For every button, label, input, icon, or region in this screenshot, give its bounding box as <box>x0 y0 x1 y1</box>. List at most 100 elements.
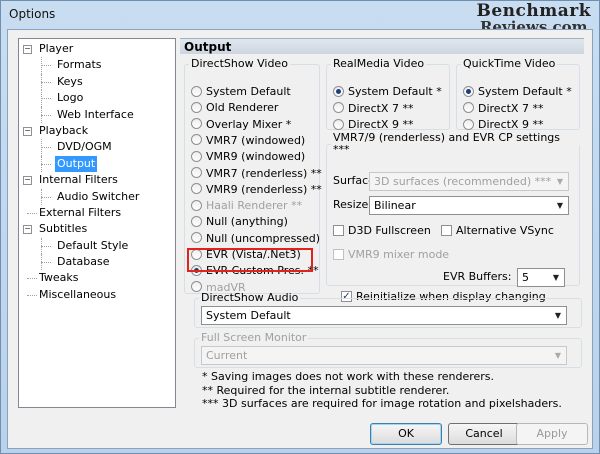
dsv-radio[interactable]: Old Renderer <box>191 100 278 116</box>
vmr-settings-legend: VMR7/9 (renderless) and EVR CP settings … <box>333 131 560 156</box>
apply-button[interactable]: Apply <box>516 423 588 445</box>
chevron-down-icon: ▼ <box>554 311 562 320</box>
audio-renderer-select[interactable]: System Default ▼ <box>201 306 567 325</box>
collapse-icon[interactable]: − <box>23 45 32 54</box>
options-window: Options Benchmark Reviews.com − Player For… <box>0 0 600 454</box>
alternative-vsync-checkbox[interactable]: Alternative VSync <box>441 224 554 238</box>
tree-item[interactable]: Database <box>19 254 175 271</box>
quicktime-radio[interactable]: System Default * <box>463 84 572 100</box>
dsv-radio-label: Overlay Mixer * <box>206 117 292 131</box>
tree-item[interactable]: Web Interface <box>19 106 175 123</box>
collapse-icon[interactable]: − <box>23 225 32 235</box>
tree-item[interactable]: − Player <box>19 41 175 57</box>
surface-value: 3D surfaces (recommended) *** <box>374 175 552 188</box>
dsv-radio[interactable]: VMR7 (windowed) <box>191 133 305 149</box>
chevron-down-icon: ▼ <box>556 201 564 210</box>
dsv-radio[interactable]: VMR7 (renderless) ** <box>191 166 322 182</box>
quicktime-radio-label: DirectX 7 ** <box>478 101 544 115</box>
surface-select[interactable]: 3D surfaces (recommended) *** ▼ <box>369 172 569 191</box>
vmr9-mixer-mode-checkbox[interactable]: VMR9 mixer mode <box>333 248 449 262</box>
title-bar[interactable]: Options Benchmark Reviews.com <box>1 1 599 36</box>
radio-button <box>191 134 202 146</box>
fullscreen-monitor-legend: Full Screen Monitor <box>201 331 307 344</box>
highlight-box <box>187 248 313 272</box>
monitor-value: Current <box>206 349 248 362</box>
d3d-fullscreen-checkbox[interactable]: D3D Fullscreen <box>333 224 431 238</box>
tree-item-label: External Filters <box>39 205 122 219</box>
radio-button <box>191 183 202 195</box>
tree-connector <box>41 196 51 198</box>
collapse-icon[interactable]: − <box>23 176 32 186</box>
tree-item[interactable]: Logo <box>19 90 175 107</box>
dsv-radio[interactable]: VMR9 (renderless) ** <box>191 182 322 198</box>
tree-item[interactable]: Tweaks <box>19 270 175 286</box>
radio-button <box>191 85 202 97</box>
checkbox-box <box>333 224 344 236</box>
tree-item-label: Subtitles <box>39 222 88 236</box>
dsv-radio-label: Haali Renderer ** <box>206 199 303 213</box>
resizer-value: Bilinear <box>374 199 416 212</box>
tree-item[interactable]: DVD/OGM <box>19 139 175 156</box>
tree-item[interactable]: Miscellaneous <box>19 287 175 303</box>
tree-item[interactable]: Keys <box>19 73 175 91</box>
tree-item[interactable]: Output <box>19 155 175 173</box>
tree-item[interactable]: Formats <box>19 57 175 74</box>
radio-button <box>333 85 344 97</box>
radio-button <box>333 102 344 113</box>
realmedia-radio-label: System Default * <box>348 85 442 98</box>
collapse-icon[interactable]: − <box>23 126 32 136</box>
dsv-radio-label: Null (anything) <box>206 215 288 229</box>
tree-connector <box>41 98 51 100</box>
tree-connector <box>41 245 51 247</box>
tree-connector <box>41 114 51 116</box>
cancel-button[interactable]: Cancel <box>448 423 520 445</box>
tree-connector <box>41 65 51 67</box>
watermark-line1: Benchmark <box>476 1 591 21</box>
dsv-radio[interactable]: System Default <box>191 84 291 100</box>
vmr-settings-group: VMR7/9 (renderless) and EVR CP settings … <box>326 131 580 303</box>
dsv-radio[interactable]: Null (uncompressed) <box>191 231 320 247</box>
footnote: *** 3D surfaces are required for image r… <box>202 397 562 411</box>
audio-renderer-value: System Default <box>206 309 291 322</box>
tree-item-label: Miscellaneous <box>39 287 117 301</box>
tree-item-label: Web Interface <box>57 107 134 121</box>
dsv-radio[interactable]: Null (anything) <box>191 214 288 230</box>
ok-button[interactable]: OK <box>370 423 442 445</box>
monitor-select[interactable]: Current ▼ <box>201 346 567 365</box>
dsv-radio[interactable]: Haali Renderer ** <box>191 198 302 214</box>
tree-item[interactable]: − Internal Filters <box>19 172 175 188</box>
tree-item[interactable]: Audio Switcher <box>19 188 175 205</box>
tree-item[interactable]: − Subtitles <box>19 221 175 237</box>
tree-item[interactable]: Default Style <box>19 237 175 255</box>
dsv-radio[interactable]: Overlay Mixer * <box>191 117 291 133</box>
tree-connector <box>27 212 37 214</box>
radio-button <box>191 167 202 178</box>
tree-connector <box>41 262 51 264</box>
tree-connector <box>41 147 51 149</box>
realmedia-video-group: RealMedia Video System Default * DirectX … <box>326 58 450 131</box>
tree-item-label: Playback <box>39 123 89 137</box>
radio-button <box>463 102 474 113</box>
resizer-select[interactable]: Bilinear ▼ <box>369 196 569 215</box>
dsv-radio[interactable]: VMR9 (windowed) <box>191 149 305 165</box>
evr-buffers-select[interactable]: 5 ▼ <box>517 268 565 287</box>
quicktime-radio[interactable]: DirectX 7 ** <box>463 101 543 117</box>
checkbox-box <box>333 248 344 260</box>
dsv-radio-label: Old Renderer <box>206 101 279 115</box>
tree-item-label: Keys <box>57 74 83 88</box>
alternative-vsync-label: Alternative VSync <box>456 224 554 237</box>
tree-item[interactable]: External Filters <box>19 205 175 221</box>
radio-button <box>191 199 202 211</box>
tree-item-label: Default Style <box>57 238 129 252</box>
tree-item[interactable]: − Playback <box>19 123 175 139</box>
evr-buffers-label: EVR Buffers: <box>443 270 512 283</box>
realmedia-radio[interactable]: System Default * <box>333 84 442 100</box>
window-title: Options <box>9 7 56 21</box>
options-tree[interactable]: − Player Formats Keys Logo Web Interface − Play… <box>18 38 176 408</box>
dsv-radio-label: Null (uncompressed) <box>206 231 321 245</box>
realmedia-radio[interactable]: DirectX 7 ** <box>333 101 413 117</box>
footnotes: * Saving images does not work with these… <box>202 370 562 411</box>
panel-title: Output <box>180 38 584 54</box>
tree-connector <box>27 294 37 296</box>
directshow-video-legend: DirectShow Video <box>191 57 288 70</box>
